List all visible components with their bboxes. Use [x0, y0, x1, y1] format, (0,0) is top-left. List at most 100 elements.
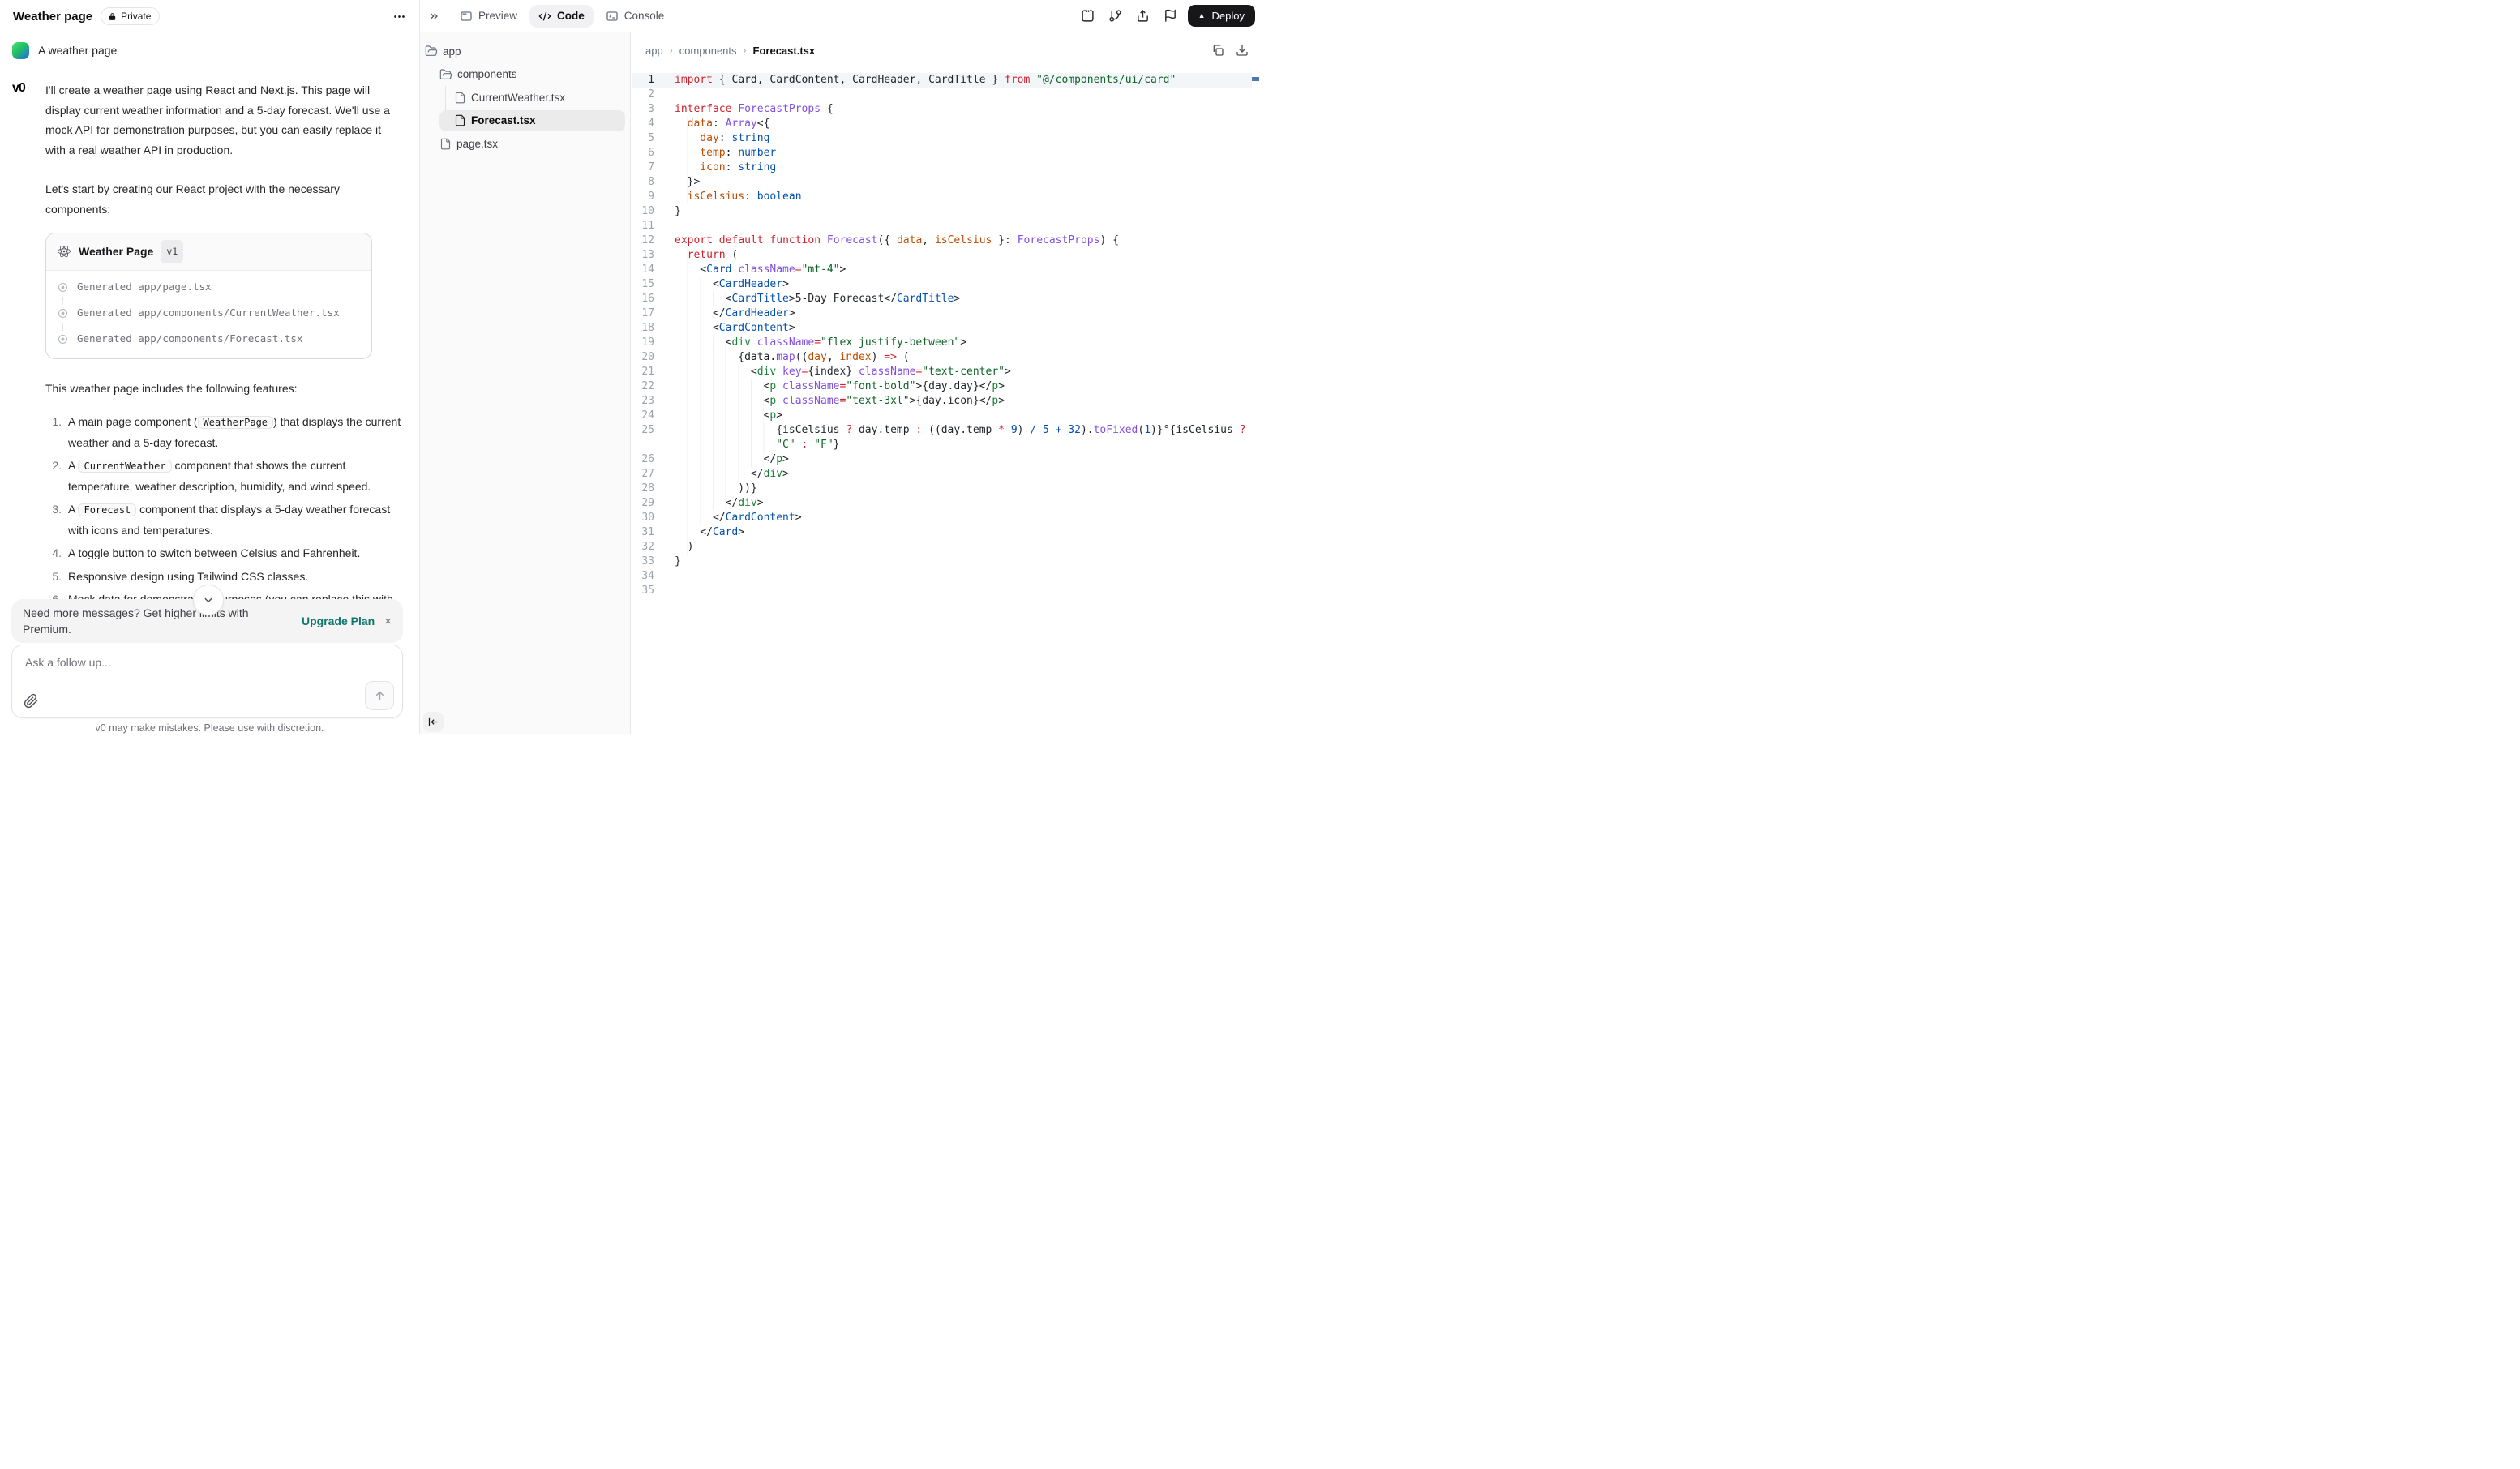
code-line: 15 <CardHeader>: [632, 277, 1260, 292]
chat-panel: Weather page Private A weather page v0 I…: [0, 0, 420, 734]
connector-line: [62, 322, 63, 331]
version-badge: v1: [161, 240, 184, 263]
line-number: 23: [641, 395, 654, 407]
indent-guide: [675, 379, 764, 394]
indent-guide: [675, 277, 713, 292]
toolbar-icons: [1081, 9, 1177, 23]
line-number: 13: [641, 249, 654, 261]
tree-item-currentweather-tsx[interactable]: CurrentWeather.tsx: [420, 87, 625, 108]
line-number: 7: [648, 161, 654, 173]
add-to-codebase-icon[interactable]: [1081, 9, 1095, 23]
breadcrumb-separator: ›: [743, 45, 747, 56]
tree-item-page-tsx[interactable]: page.tsx: [420, 133, 625, 154]
banner-close-button[interactable]: ×: [384, 615, 392, 628]
code-line: 33}: [632, 555, 1260, 569]
flag-icon[interactable]: [1164, 9, 1177, 23]
breadcrumb-segment[interactable]: Forecast.tsx: [753, 45, 816, 57]
code-line: 8}>: [632, 175, 1260, 190]
followup-input[interactable]: Ask a follow up...: [11, 645, 403, 718]
list-number: 4.: [52, 546, 62, 559]
line-number: 5: [648, 132, 654, 144]
indent-guide: [675, 496, 726, 511]
generated-file-item[interactable]: Generated app/page.tsx: [57, 279, 361, 297]
generated-file-item[interactable]: Generated app/components/CurrentWeather.…: [57, 305, 361, 323]
list-number: 5.: [52, 569, 62, 583]
tab-console[interactable]: Console: [597, 5, 674, 28]
code-line: 25 {isCelsius ? day.temp : ((day.temp * 9…: [632, 423, 1260, 438]
indent-guide: [675, 321, 713, 336]
tree-item-label: Forecast.tsx: [471, 114, 536, 126]
line-number: 29: [641, 497, 654, 509]
copy-icon[interactable]: [1211, 44, 1224, 57]
line-number: 35: [641, 585, 654, 597]
assistant-paragraph: I'll create a weather page using React a…: [45, 84, 390, 156]
tab-code[interactable]: Code: [529, 4, 594, 28]
share-icon[interactable]: [1136, 9, 1150, 23]
indent-guide: [675, 394, 764, 409]
v0-logo: v0: [12, 81, 26, 95]
generation-card[interactable]: Weather Page v1 Generated app/page.tsx Ge…: [45, 233, 372, 359]
private-badge[interactable]: Private: [101, 7, 161, 25]
git-branch-icon[interactable]: [1108, 9, 1122, 23]
generation-card-body: Generated app/page.tsx Generated app/comp…: [46, 271, 371, 358]
indent-guide: [675, 452, 764, 467]
tree-item-label: page.tsx: [456, 137, 499, 150]
download-icon[interactable]: [1236, 44, 1249, 57]
code-icon: [538, 10, 551, 23]
code-line: 23 <p className="text-3xl">{day.icon}</p>: [632, 394, 1260, 409]
tab-label: Console: [624, 10, 665, 22]
folder-icon: [425, 45, 438, 58]
tree-item-forecast-tsx[interactable]: Forecast.tsx: [439, 109, 625, 131]
line-number: 17: [641, 307, 654, 319]
arrow-up-icon: [373, 689, 387, 703]
code-line: 22 <p className="font-bold">{day.day}</p>: [632, 379, 1260, 394]
breadcrumb-segment[interactable]: app: [645, 45, 663, 57]
scroll-to-bottom-button[interactable]: [193, 585, 224, 615]
line-number: 15: [641, 278, 654, 290]
chat-menu-button[interactable]: [392, 10, 406, 24]
file-icon: [454, 92, 466, 104]
breadcrumb-segment[interactable]: components: [679, 45, 737, 57]
line-number: 33: [641, 555, 654, 567]
collapse-panel-button[interactable]: [423, 712, 444, 732]
scrollbar-marker: [1252, 77, 1259, 81]
generated-file-item[interactable]: Generated app/components/Forecast.tsx: [57, 331, 361, 349]
indent-guide: [675, 161, 701, 175]
code-line: 30 </CardContent>: [632, 511, 1260, 525]
chevrons-right-icon[interactable]: [427, 10, 440, 23]
assistant-message-body: I'll create a weather page using React a…: [45, 80, 403, 632]
feature-list-item: 1. A main page component (WeatherPage) th…: [52, 412, 403, 452]
tab-preview[interactable]: Preview: [451, 5, 526, 28]
code-line: 4 data: Array<{: [632, 117, 1260, 131]
user-avatar: [12, 42, 29, 59]
indent-guide: [675, 146, 701, 161]
scrollbar-ruler[interactable]: [1252, 73, 1260, 734]
line-number: 24: [641, 409, 654, 422]
feature-list: 1. A main page component (WeatherPage) th…: [45, 412, 403, 629]
line-number: 19: [641, 336, 654, 349]
indent-guide: [675, 190, 688, 204]
user-message-text: A weather page: [38, 44, 118, 57]
code-line: 32): [632, 540, 1260, 555]
code-line: 16 <CardTitle>5-Day Forecast</CardTitle>: [632, 292, 1260, 306]
indent-guide: [675, 511, 713, 525]
connector-line: [62, 296, 63, 305]
upgrade-plan-link[interactable]: Upgrade Plan: [302, 615, 375, 627]
attach-button[interactable]: [24, 693, 39, 709]
indent-guide: [675, 306, 713, 321]
code-editor[interactable]: 1 import { Card, CardContent, CardHeader,…: [632, 73, 1260, 734]
tree-item-app[interactable]: app: [420, 41, 625, 62]
deploy-button[interactable]: ▲ Deploy: [1187, 5, 1255, 27]
line-number: [632, 438, 654, 452]
private-badge-label: Private: [121, 11, 152, 22]
react-icon: [57, 244, 71, 259]
code-line: 5 day: string: [632, 131, 1260, 146]
indent-guide: [675, 482, 739, 496]
code-line: 27 </div>: [632, 467, 1260, 482]
browser-icon: [460, 10, 473, 23]
feature-list-item: 3. A Forecast component that displays a 5…: [52, 499, 403, 540]
line-number: 20: [641, 351, 654, 363]
vercel-logo-icon: ▲: [1198, 11, 1206, 19]
tree-item-components[interactable]: components: [420, 64, 625, 85]
send-button[interactable]: [365, 681, 394, 710]
